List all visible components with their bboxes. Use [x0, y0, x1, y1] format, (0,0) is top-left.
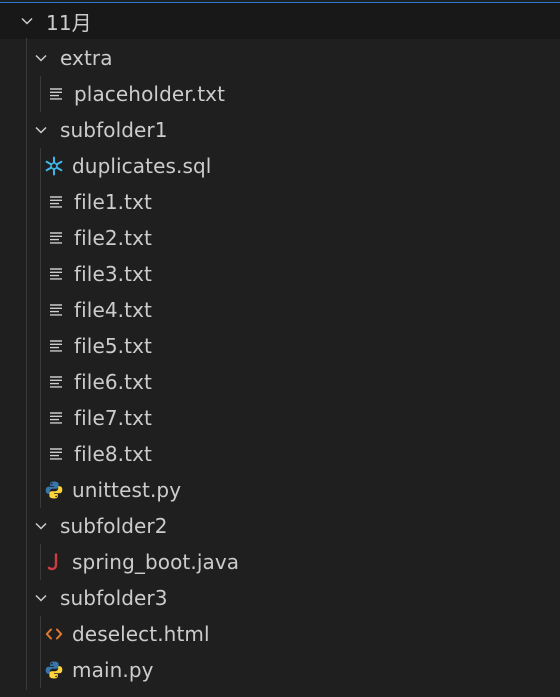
file-row-deselect-html[interactable]: deselect.html — [0, 616, 560, 652]
file-explorer: 11月 extra placeholder.txt subfolder1 dup… — [0, 0, 560, 697]
html-icon — [44, 624, 64, 644]
file-label: file6.txt — [74, 370, 152, 394]
folder-row-extra[interactable]: extra — [0, 40, 560, 76]
file-row-file1-txt[interactable]: file1.txt — [0, 184, 560, 220]
file-label: file3.txt — [74, 262, 152, 286]
text-file-icon — [46, 336, 66, 356]
file-label: duplicates.sql — [72, 154, 212, 178]
sql-icon — [44, 156, 64, 176]
file-row-duplicates-sql[interactable]: duplicates.sql — [0, 148, 560, 184]
file-row-file8-txt[interactable]: file8.txt — [0, 436, 560, 472]
file-label: main.py — [72, 658, 154, 682]
folder-row-subfolder1[interactable]: subfolder1 — [0, 112, 560, 148]
python-icon — [44, 480, 64, 500]
folder-label: subfolder2 — [60, 514, 168, 538]
folder-label: extra — [60, 46, 113, 70]
python-icon — [44, 660, 64, 680]
folder-row-subfolder2[interactable]: subfolder2 — [0, 508, 560, 544]
file-row-file2-txt[interactable]: file2.txt — [0, 220, 560, 256]
folder-row-root[interactable]: 11月 — [0, 2, 560, 39]
java-icon — [44, 552, 64, 572]
file-row-spring-boot-java[interactable]: spring_boot.java — [0, 544, 560, 580]
file-row-file4-txt[interactable]: file4.txt — [0, 292, 560, 328]
text-file-icon — [46, 444, 66, 464]
text-file-icon — [46, 264, 66, 284]
folder-label: 11月 — [46, 10, 92, 35]
file-label: file2.txt — [74, 226, 152, 250]
text-file-icon — [46, 228, 66, 248]
file-row-file3-txt[interactable]: file3.txt — [0, 256, 560, 292]
chevron-down-icon — [34, 591, 48, 605]
folder-label: subfolder3 — [60, 586, 168, 610]
text-file-icon — [46, 192, 66, 212]
file-row-file7-txt[interactable]: file7.txt — [0, 400, 560, 436]
text-file-icon — [46, 84, 66, 104]
file-label: file4.txt — [74, 298, 152, 322]
file-label: file5.txt — [74, 334, 152, 358]
file-row-file5-txt[interactable]: file5.txt — [0, 328, 560, 364]
folder-row-subfolder3[interactable]: subfolder3 — [0, 580, 560, 616]
file-row-unittest-py[interactable]: unittest.py — [0, 472, 560, 508]
file-label: spring_boot.java — [72, 550, 240, 574]
file-label: file7.txt — [74, 406, 152, 430]
file-row-file6-txt[interactable]: file6.txt — [0, 364, 560, 400]
file-row-placeholder-txt[interactable]: placeholder.txt — [0, 76, 560, 112]
file-row-main-py[interactable]: main.py — [0, 652, 560, 688]
file-label: deselect.html — [72, 622, 210, 646]
chevron-down-icon — [34, 51, 48, 65]
file-label: file8.txt — [74, 442, 152, 466]
chevron-down-icon — [34, 123, 48, 137]
text-file-icon — [46, 408, 66, 428]
text-file-icon — [46, 300, 66, 320]
text-file-icon — [46, 372, 66, 392]
chevron-down-icon — [34, 519, 48, 533]
folder-label: subfolder1 — [60, 118, 168, 142]
file-label: placeholder.txt — [74, 82, 226, 106]
file-label: unittest.py — [72, 478, 182, 502]
file-label: file1.txt — [74, 190, 152, 214]
chevron-down-icon — [20, 14, 34, 28]
